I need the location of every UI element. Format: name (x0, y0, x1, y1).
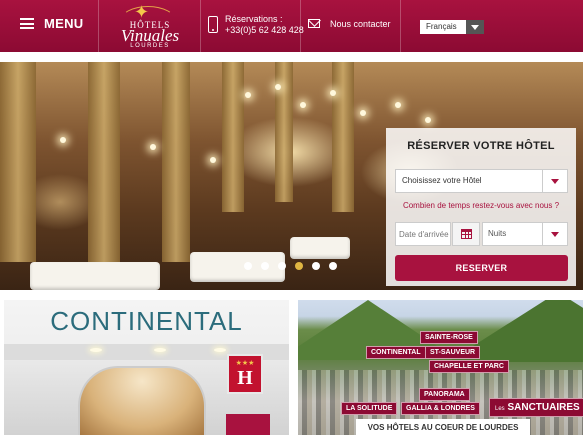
dining-table (30, 262, 160, 290)
curtain (275, 62, 293, 202)
chandelier-light (425, 117, 431, 123)
star-icon: ✦ (134, 2, 150, 22)
mail-icon (308, 19, 320, 28)
map-tag-sanctuaires-label: SANCTUAIRES (507, 402, 580, 413)
hotel-select[interactable]: Choisissez votre Hôtel (395, 169, 568, 193)
slider-dot[interactable] (312, 262, 320, 270)
language-value: Français (426, 22, 457, 31)
calendar-icon (461, 229, 472, 239)
ceiling-lamp (154, 348, 166, 352)
curtain (222, 62, 244, 212)
site-header: MENU ✦ HÔTELS Vinuales LOURDES Réservati… (0, 0, 583, 52)
menu-label: MENU (44, 16, 84, 31)
slider-dot[interactable] (261, 262, 269, 270)
slider-dot-active[interactable] (295, 262, 303, 270)
chevron-down-icon (542, 223, 567, 245)
map-tag-sainte-rose[interactable]: SAINTE-ROSE (420, 331, 478, 344)
hotel-stars: ★★★ (235, 360, 255, 367)
map-tag-st-sauveur[interactable]: ST-SAUVEUR (425, 346, 481, 359)
chandelier-light (330, 90, 336, 96)
chandelier-light (210, 157, 216, 163)
header-divider (200, 0, 201, 52)
header-divider (300, 0, 301, 52)
header-divider (98, 0, 99, 52)
calendar-button[interactable] (452, 222, 480, 246)
curtain (0, 62, 36, 262)
hamburger-icon (20, 18, 34, 29)
booking-panel: RÉSERVER VOTRE HÔTEL Choisissez votre Hô… (386, 128, 576, 286)
chandelier-light (245, 92, 251, 98)
reserve-button[interactable]: RESERVER (395, 255, 568, 281)
booking-title: RÉSERVER VOTRE HÔTEL (407, 140, 555, 152)
nights-select-value: Nuits (488, 229, 507, 238)
hotel-h-sign: ★★★ H (227, 354, 263, 394)
hotels-map-caption: VOS HÔTELS AU COEUR DE LOURDES (356, 419, 530, 435)
slider-dot[interactable] (244, 262, 252, 270)
chandelier-light (150, 144, 156, 150)
map-tag-sanctuaires-prefix: Les (495, 406, 505, 412)
stay-duration-link[interactable]: Combien de temps restez-vous avec nous ? (386, 201, 576, 210)
phone-icon (208, 16, 218, 33)
map-tag-la-solitude[interactable]: LA SOLITUDE (341, 402, 398, 415)
ceiling-lamp (90, 348, 102, 352)
entrance-doorway (78, 366, 206, 435)
chandelier-light (395, 102, 401, 108)
curtain (162, 62, 190, 262)
site-logo[interactable]: ✦ HÔTELS Vinuales LOURDES (110, 2, 190, 50)
map-tag-chapelle-et-parc[interactable]: CHAPELLE ET PARC (429, 360, 509, 373)
reservations-label: Réservations : (225, 14, 283, 24)
chandelier-light (360, 110, 366, 116)
chevron-down-icon (466, 20, 484, 34)
chandelier-light (300, 102, 306, 108)
hotel-letter: H (237, 367, 253, 389)
arrival-date-input[interactable] (395, 222, 451, 246)
header-divider (400, 0, 401, 52)
chevron-down-icon (542, 170, 567, 192)
curtain (88, 62, 120, 262)
brand-logo-badge (226, 414, 270, 435)
ceiling-lamp (214, 348, 226, 352)
slider-dot[interactable] (278, 262, 286, 270)
logo-line3: LOURDES (130, 43, 170, 49)
language-select[interactable]: Français (420, 20, 484, 34)
slider-dots (244, 262, 337, 270)
contact-link[interactable]: Nous contacter (330, 19, 391, 29)
slider-dot[interactable] (329, 262, 337, 270)
map-tag-gallia-londres[interactable]: GALLIA & LONDRES (401, 402, 480, 415)
nights-select[interactable]: Nuits (482, 222, 568, 246)
map-tag-panorama[interactable]: PANORAMA (419, 388, 470, 401)
map-tag-continental[interactable]: CONTINENTAL (366, 346, 426, 359)
reservations-phone[interactable]: +33(0)5 62 428 428 (225, 25, 304, 35)
chandelier-light (60, 137, 66, 143)
hotel-select-value: Choisissez votre Hôtel (402, 176, 482, 185)
continental-sign: CONTINENTAL (50, 306, 243, 336)
menu-button[interactable]: MENU (20, 16, 83, 31)
curtain (332, 62, 354, 212)
chandelier-light (275, 84, 281, 90)
dining-table (290, 237, 350, 259)
map-tag-sanctuaires[interactable]: Les SANCTUAIRES (489, 398, 583, 417)
